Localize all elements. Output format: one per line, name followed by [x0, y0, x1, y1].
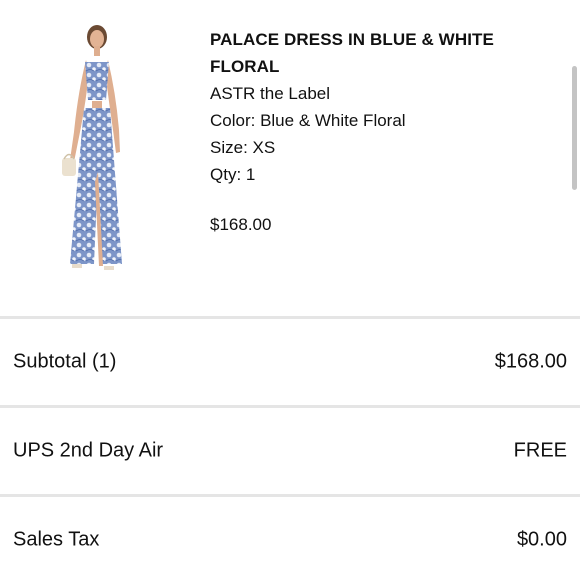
- product-brand: ASTR the Label: [210, 84, 331, 103]
- product-quantity: Qty: 1: [210, 165, 256, 184]
- subtotal-label: Subtotal (1): [13, 350, 117, 373]
- product-size: Size: XS: [210, 138, 276, 157]
- product-details: PALACE DRESS IN BLUE & WHITE FLORAL ASTR…: [210, 26, 550, 238]
- shipping-cost-value: FREE: [513, 439, 567, 462]
- product-image[interactable]: [56, 22, 134, 274]
- product-color: Color: Blue & White Floral: [210, 111, 406, 130]
- shipping-row: UPS 2nd Day Air FREE: [0, 408, 580, 494]
- product-name[interactable]: PALACE DRESS IN BLUE & WHITE FLORAL: [210, 26, 530, 80]
- subtotal-row: Subtotal (1) $168.00: [0, 319, 580, 405]
- sales-tax-label: Sales Tax: [13, 528, 100, 551]
- cart-line-item[interactable]: PALACE DRESS IN BLUE & WHITE FLORAL ASTR…: [0, 0, 580, 316]
- product-price: $168.00: [210, 215, 272, 234]
- scrollbar-thumb[interactable]: [572, 66, 577, 190]
- sales-tax-value: $0.00: [516, 528, 567, 551]
- subtotal-value: $168.00: [494, 350, 567, 373]
- sales-tax-row: Sales Tax $0.00: [0, 497, 580, 580]
- shipping-method-label: UPS 2nd Day Air: [13, 439, 164, 462]
- order-summary-page: PALACE DRESS IN BLUE & WHITE FLORAL ASTR…: [0, 0, 580, 580]
